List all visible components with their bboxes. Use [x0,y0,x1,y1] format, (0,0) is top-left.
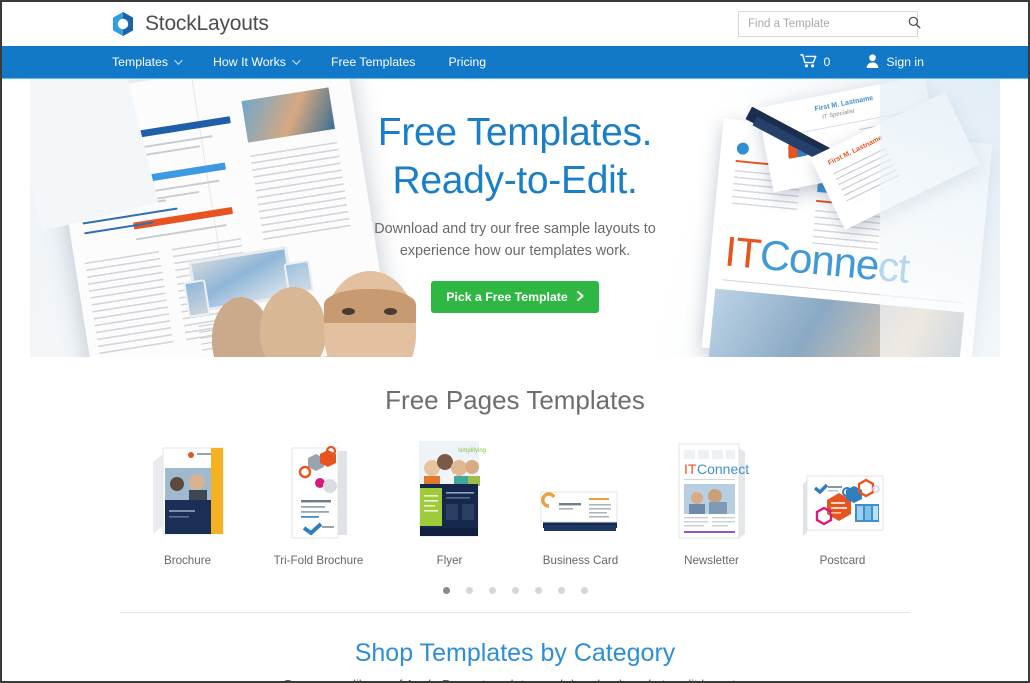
hero-glow [880,79,1000,357]
section-divider [120,612,910,613]
hero-cta-label: Pick a Free Template [446,290,568,305]
nav-utilities: 0 Sign in [799,53,924,71]
search-icon [908,16,921,32]
page-root: StockLayouts Templates How It Works [0,0,1030,683]
nav-items: Templates How It Works Free Templates Pr… [112,55,519,69]
carousel-dot-3[interactable] [488,587,496,594]
nav-item-free-templates[interactable]: Free Templates [331,55,416,69]
shop-by-category-title: Shop Templates by Category [354,639,676,667]
search-input[interactable] [739,18,908,30]
free-templates-title: Free Pages Templates [385,385,645,415]
template-card-postcard[interactable]: Postcard [777,434,908,567]
pick-a-free-template-button[interactable]: Pick a Free Template [431,281,599,314]
hexagon-logo-icon [110,11,136,37]
template-label: Postcard [819,554,866,567]
shopping-cart-icon [799,53,817,71]
tri-fold-brochure-thumbnail-icon [284,434,354,542]
svg-text:IT: IT [684,461,697,477]
template-label: Flyer [436,554,463,567]
brand-logo-link[interactable]: StockLayouts [110,11,269,37]
flyer-thumbnail-icon: simplifying IT [412,434,488,542]
carousel-dot-5[interactable] [534,587,542,594]
nav-label: How It Works [213,55,286,69]
hero-heading-line-1: Free Templates. [377,111,653,154]
brochure-thumbnail-icon [145,434,231,542]
user-icon [866,53,879,71]
newsletter-thumbnail-icon: IT Connect [671,434,753,542]
svg-text:simplifying IT: simplifying IT [458,448,488,454]
template-card-newsletter[interactable]: IT Connect Newsletter [646,434,777,567]
sign-in-button[interactable]: Sign in [866,53,924,71]
postcard-thumbnail-icon [793,434,893,542]
nav-label: Pricing [448,55,487,69]
chevron-down-icon [174,56,183,65]
hero-subtitle-line-1: Download and try our free sample layouts… [374,220,656,237]
hero-subtitle: Download and try our free sample layouts… [305,219,725,262]
hero-subtitle-line-2: experience how our templates work. [399,242,631,259]
template-card-flyer[interactable]: simplifying IT Flyer [384,434,515,567]
hero-banner[interactable]: ITConnect First M. Lastname IT Specialis… [30,79,1000,357]
sign-in-label: Sign in [886,55,924,69]
carousel-dot-1[interactable] [442,587,450,594]
svg-text:Connect: Connect [697,461,749,477]
nav-label: Free Templates [330,55,416,69]
template-card-brochure[interactable]: Brochure [122,434,253,567]
template-card-business-card[interactable]: Business Card [515,434,646,567]
template-label: Newsletter [684,554,739,567]
nav-item-templates[interactable]: Templates [112,55,183,69]
chevron-down-icon [292,56,301,65]
chevron-right-icon [576,290,584,304]
cart-count: 0 [823,55,831,69]
template-label: Business Card [542,554,619,567]
hero-heading: Free Templates. Ready-to-Edit. [305,109,725,205]
template-label: Tri-Fold Brochure [273,554,364,567]
carousel-dot-4[interactable] [511,587,519,594]
hero-copy: Free Templates. Ready-to-Edit. Download … [305,109,725,314]
carousel-dot-7[interactable] [580,587,588,594]
shop-by-category-subtitle: Browse our library of Apple Pages templa… [2,677,1028,681]
nav-label: Templates [112,55,169,69]
main-navigation: Templates How It Works Free Templates Pr… [2,46,1028,79]
template-card-tri-fold-brochure[interactable]: Tri-Fold Brochure [253,434,384,567]
nav-item-how-it-works[interactable]: How It Works [213,55,301,69]
hero-heading-line-2: Ready-to-Edit. [392,158,638,202]
search-button[interactable] [908,12,921,36]
carousel-dot-2[interactable] [465,587,473,594]
brand-name: StockLayouts [145,12,269,35]
site-header: StockLayouts [2,2,1028,46]
nav-item-pricing[interactable]: Pricing [448,55,486,69]
template-thumbnail-row: Brochure Tri-Fold Brochure simplifying F… [2,434,1028,567]
cart-button[interactable]: 0 [799,53,831,71]
carousel-dot-6[interactable] [557,587,565,594]
template-label: Brochure [163,554,212,567]
search-box[interactable] [738,11,921,37]
carousel-pagination [2,587,1028,594]
business-card-thumbnail-icon [533,434,629,542]
